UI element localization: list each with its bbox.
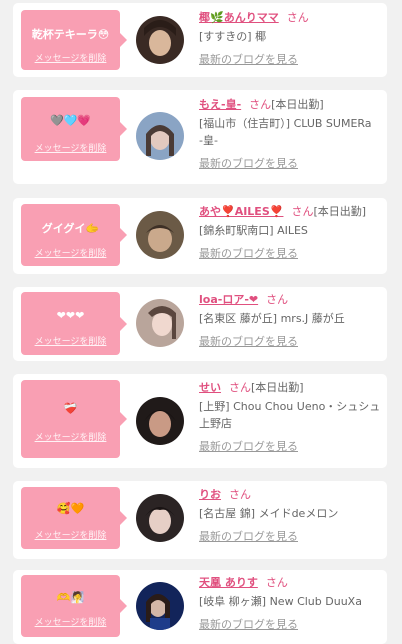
avatar[interactable] xyxy=(136,112,184,160)
message-card: 乾杯テキーラ😳 メッセージを削除 椰🌿あんりママ さん [すすきの] 椰 最新のブ… xyxy=(13,3,387,77)
avatar[interactable] xyxy=(136,397,184,445)
latest-blog-link[interactable]: 最新のブログを見る xyxy=(199,333,383,349)
delete-message-link[interactable]: メッセージを削除 xyxy=(21,430,120,443)
honorific: さん xyxy=(229,381,251,394)
cast-info: もえ-皇- さん[本日出勤] [福山市（住吉町）] CLUB SUMERa -皇-… xyxy=(199,97,383,171)
honorific: さん xyxy=(249,98,272,111)
message-card: 🥰🧡 メッセージを削除 りお さん [名古屋 錦] メイドdeメロン 最新のブログ… xyxy=(13,481,387,559)
cast-name-link[interactable]: もえ-皇- xyxy=(199,98,241,111)
shop-info: [すすきの] 椰 xyxy=(199,30,267,43)
message-text: 乾杯テキーラ😳 xyxy=(31,28,110,41)
delete-message-link[interactable]: メッセージを削除 xyxy=(21,528,120,541)
cast-info: せい さん[本日出勤] [上野] Chou Chou Ueno・シュシュ上野店 最… xyxy=(199,380,383,454)
cast-info: 天凰 ありす さん [岐阜 柳ヶ瀬] New Club DuuXa 最新のブログを… xyxy=(199,575,383,632)
avatar[interactable] xyxy=(136,494,184,542)
cast-name-link[interactable]: あや❣️AILES❣️ xyxy=(199,205,283,218)
latest-blog-link[interactable]: 最新のブログを見る xyxy=(199,51,383,67)
avatar[interactable] xyxy=(136,16,184,64)
avatar[interactable] xyxy=(136,299,184,347)
message-bubble: 🩶🩵💗 メッセージを削除 xyxy=(21,97,127,161)
latest-blog-link[interactable]: 最新のブログを見る xyxy=(199,245,383,261)
cast-name-link[interactable]: せい xyxy=(199,381,221,394)
message-text: ❤❤❤ xyxy=(56,309,85,322)
shop-info: [名古屋 錦] メイドdeメロン xyxy=(199,507,339,520)
message-text: 🫶🧖 xyxy=(56,591,85,604)
cast-name-link[interactable]: loa-ロア-❤ xyxy=(199,293,258,306)
message-card: ❤️‍🩹 メッセージを削除 せい さん[本日出勤] [上野] Chou Chou … xyxy=(13,374,387,468)
cast-info: loa-ロア-❤ さん [名東区 藤が丘] mrs.J 藤が丘 最新のブログを見る xyxy=(199,292,383,349)
cast-info: りお さん [名古屋 錦] メイドdeメロン 最新のブログを見る xyxy=(199,487,383,544)
cast-info: 椰🌿あんりママ さん [すすきの] 椰 最新のブログを見る xyxy=(199,10,383,67)
message-card: グイグイ🫱 メッセージを削除 あや❣️AILES❣️ さん[本日出勤] [錦糸町駅… xyxy=(13,198,387,274)
message-bubble: グイグイ🫱 メッセージを削除 xyxy=(21,204,127,266)
shop-info: [上野] Chou Chou Ueno・シュシュ上野店 xyxy=(199,400,381,430)
message-text: グイグイ🫱 xyxy=(41,222,100,235)
message-bubble: 🫶🧖 メッセージを削除 xyxy=(21,575,127,637)
message-text: 🥰🧡 xyxy=(56,502,85,515)
cast-name-link[interactable]: 椰🌿あんりママ xyxy=(199,11,279,24)
delete-message-link[interactable]: メッセージを削除 xyxy=(21,141,120,154)
message-card: 🫶🧖 メッセージを削除 天凰 ありす さん [岐阜 柳ヶ瀬] New Club D… xyxy=(13,570,387,644)
message-bubble: 乾杯テキーラ😳 メッセージを削除 xyxy=(21,10,127,70)
message-card: 🩶🩵💗 メッセージを削除 もえ-皇- さん[本日出勤] [福山市（住吉町）] CL… xyxy=(13,90,387,184)
message-bubble: ❤❤❤ メッセージを削除 xyxy=(21,292,127,355)
attendance-status: [本日出勤] xyxy=(251,381,304,394)
honorific: さん xyxy=(229,488,251,501)
shop-info: [岐阜 柳ヶ瀬] New Club DuuXa xyxy=(199,595,362,608)
delete-message-link[interactable]: メッセージを削除 xyxy=(21,334,120,347)
latest-blog-link[interactable]: 最新のブログを見る xyxy=(199,155,383,171)
message-text: 🩶🩵💗 xyxy=(49,114,92,127)
avatar[interactable] xyxy=(136,582,184,630)
message-bubble: ❤️‍🩹 メッセージを削除 xyxy=(21,380,127,458)
cast-name-link[interactable]: りお xyxy=(199,488,221,501)
message-bubble: 🥰🧡 メッセージを削除 xyxy=(21,487,127,549)
attendance-status: [本日出勤] xyxy=(271,98,324,111)
delete-message-link[interactable]: メッセージを削除 xyxy=(21,615,120,628)
latest-blog-link[interactable]: 最新のブログを見る xyxy=(199,528,383,544)
delete-message-link[interactable]: メッセージを削除 xyxy=(21,246,120,259)
message-text: ❤️‍🩹 xyxy=(63,402,78,415)
honorific: さん xyxy=(286,11,309,24)
delete-message-link[interactable]: メッセージを削除 xyxy=(21,51,120,64)
shop-info: [名東区 藤が丘] mrs.J 藤が丘 xyxy=(199,312,345,325)
cast-info: あや❣️AILES❣️ さん[本日出勤] [錦糸町駅南口] AILES 最新のブロ… xyxy=(199,204,383,261)
message-card: ❤❤❤ メッセージを削除 loa-ロア-❤ さん [名東区 藤が丘] mrs.J … xyxy=(13,287,387,361)
avatar[interactable] xyxy=(136,211,184,259)
honorific: さん xyxy=(265,576,288,589)
latest-blog-link[interactable]: 最新のブログを見る xyxy=(199,438,383,454)
latest-blog-link[interactable]: 最新のブログを見る xyxy=(199,616,383,632)
cast-name-link[interactable]: 天凰 ありす xyxy=(199,576,258,589)
shop-info: [福山市（住吉町）] CLUB SUMERa -皇- xyxy=(199,117,372,147)
shop-info: [錦糸町駅南口] AILES xyxy=(199,224,308,237)
honorific: さん xyxy=(291,205,314,218)
honorific: さん xyxy=(266,293,289,306)
attendance-status: [本日出勤] xyxy=(313,205,367,218)
